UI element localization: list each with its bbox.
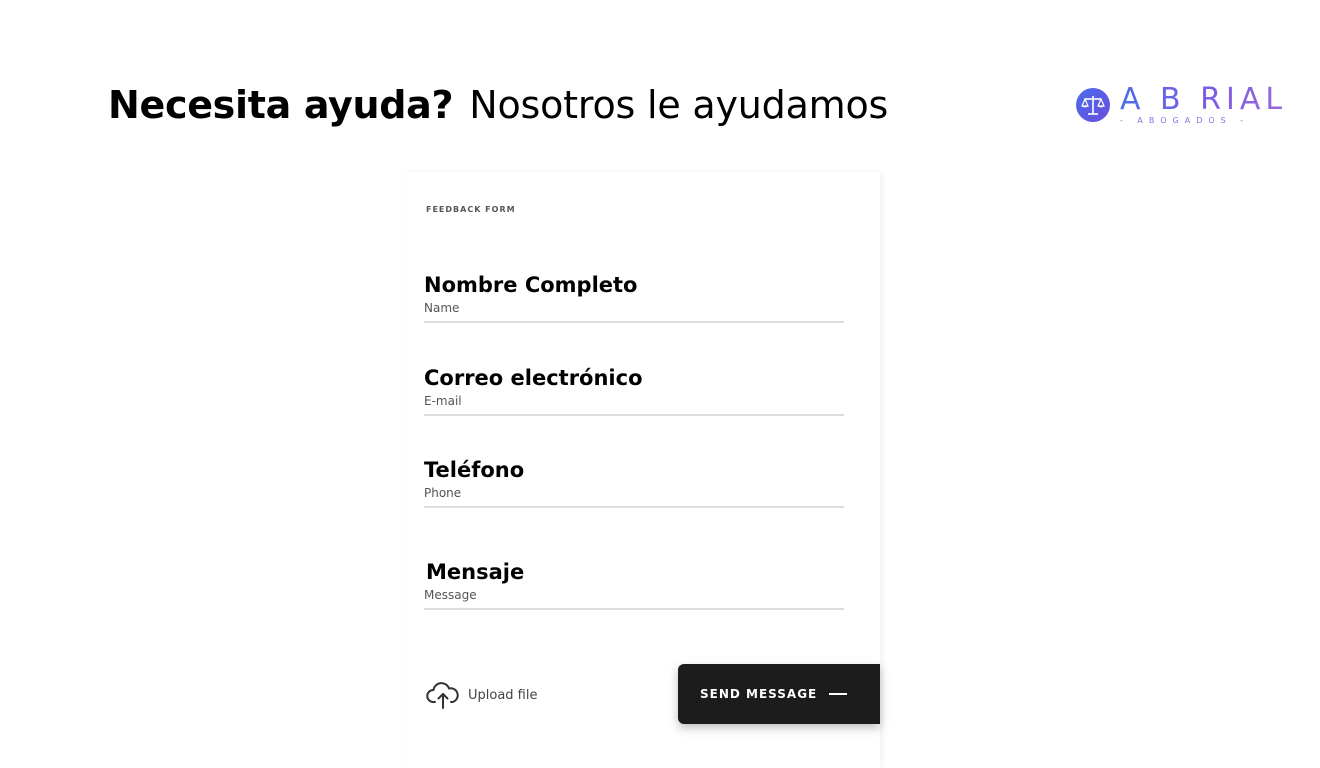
- phone-input[interactable]: [424, 486, 844, 508]
- full-name-label: Nombre Completo: [424, 273, 638, 297]
- logo-tagline: - ABOGADOS -: [1120, 116, 1250, 125]
- upload-file-label: Upload file: [468, 687, 538, 703]
- cloud-upload-icon: [426, 682, 459, 709]
- send-message-label: SEND MESSAGE: [700, 687, 818, 701]
- headline-answer: Nosotros le ayudamos: [469, 83, 889, 127]
- full-name-input[interactable]: [424, 301, 844, 323]
- email-field: Correo electrónico: [424, 364, 844, 416]
- arrow-line-icon: [829, 693, 848, 695]
- brand-logo[interactable]: A B RIAL - ABOGADOS -: [1076, 84, 1282, 128]
- message-field: Mensaje: [424, 558, 846, 610]
- message-label: Mensaje: [426, 560, 525, 584]
- email-input[interactable]: [424, 394, 844, 416]
- upload-file-button[interactable]: Upload file: [426, 679, 537, 711]
- form-tag: FEEDBACK FORM: [426, 205, 516, 214]
- phone-label: Teléfono: [424, 458, 525, 482]
- page-headline: Necesita ayuda? Nosotros le ayudamos: [108, 80, 888, 130]
- phone-field: Teléfono: [424, 456, 844, 508]
- feedback-form: FEEDBACK FORM Nombre Completo Correo ele…: [404, 172, 880, 768]
- email-label: Correo electrónico: [424, 366, 643, 390]
- scales-of-justice-icon: [1076, 88, 1110, 122]
- full-name-field: Nombre Completo: [424, 271, 844, 323]
- message-input[interactable]: [424, 588, 844, 610]
- send-message-button[interactable]: SEND MESSAGE: [678, 664, 880, 724]
- headline-question: Necesita ayuda?: [108, 83, 454, 127]
- logo-wordmark: A B RIAL: [1120, 82, 1288, 117]
